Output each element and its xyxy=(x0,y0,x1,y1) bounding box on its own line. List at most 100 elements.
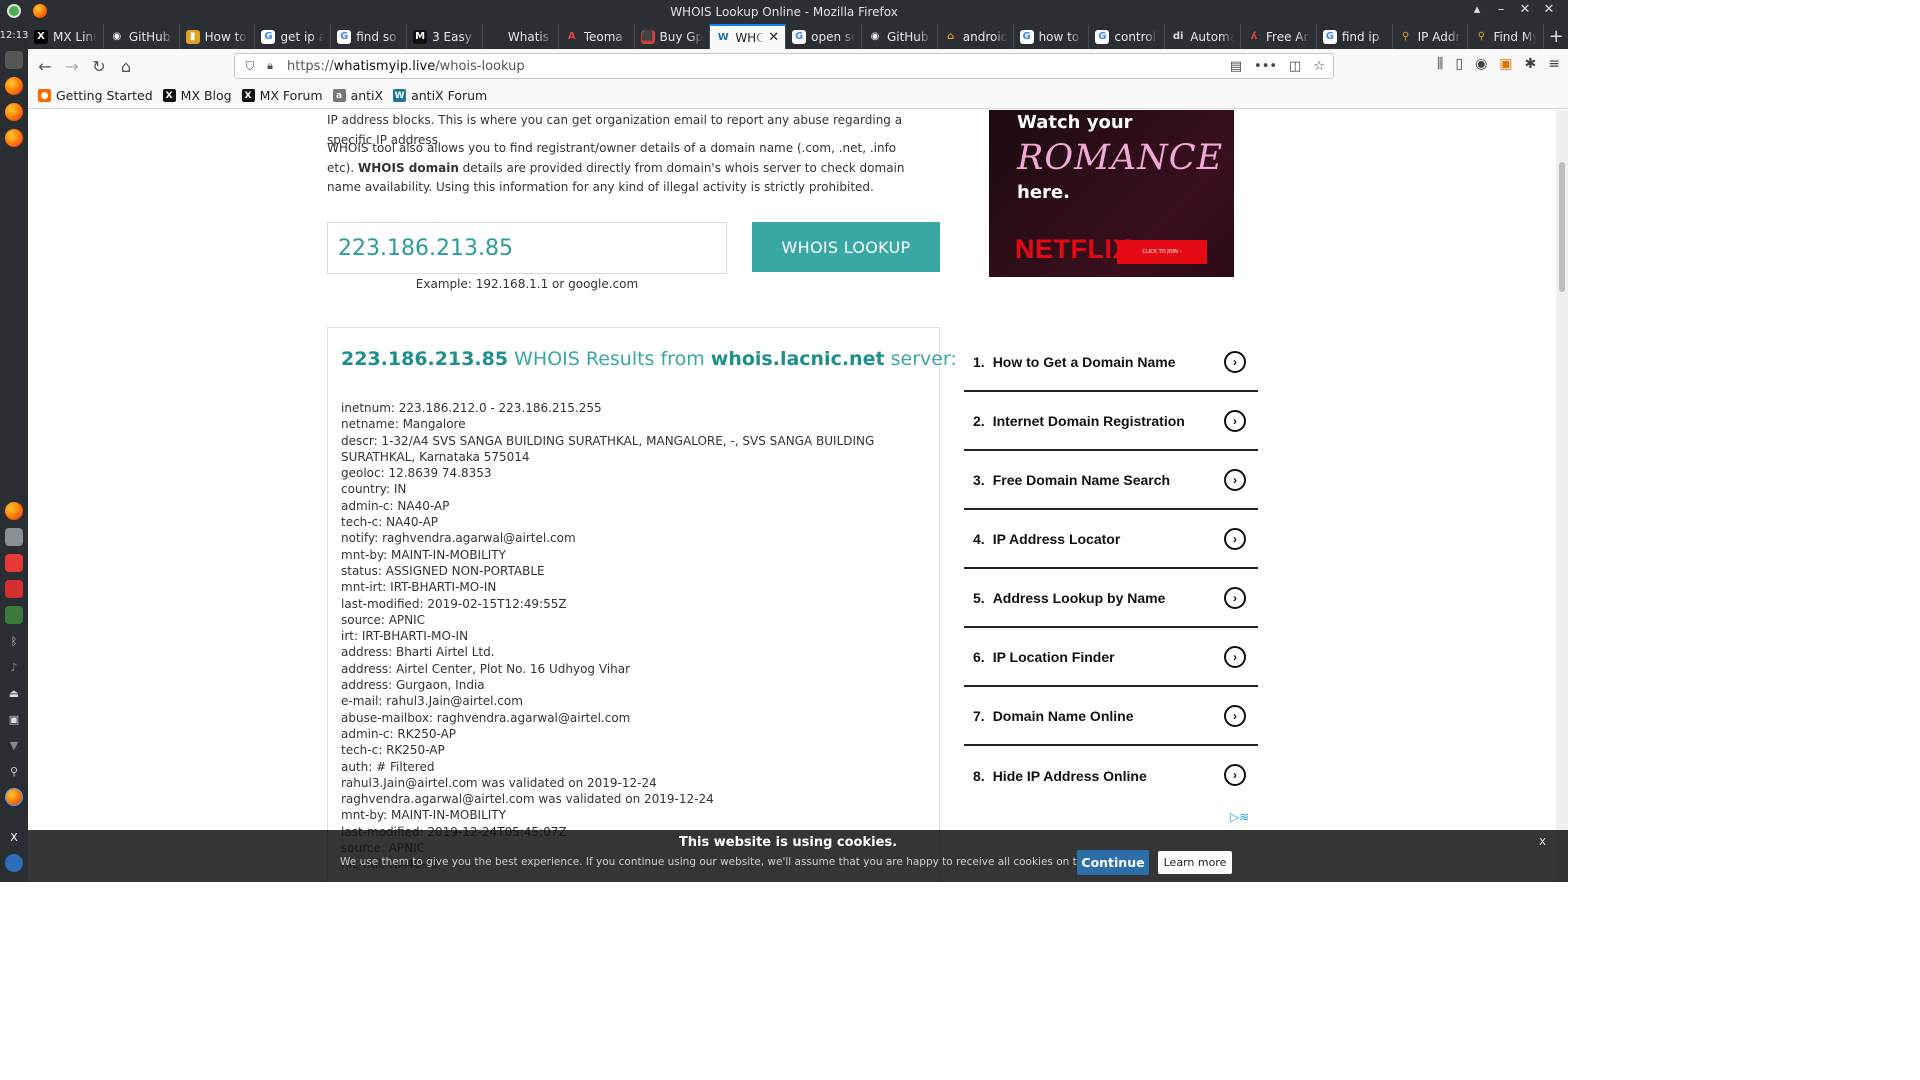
clipboard-icon[interactable]: ▣ xyxy=(5,710,23,728)
reader-view-icon[interactable]: ▤ xyxy=(1230,59,1242,74)
extensions-puzzle-icon[interactable]: ✱ xyxy=(1525,56,1537,72)
tab-14[interactable]: Gcontrol xyxy=(1089,24,1166,49)
tab-13[interactable]: Ghow to xyxy=(1014,24,1090,49)
firefox-launcher-icon[interactable] xyxy=(5,77,23,95)
forward-icon[interactable]: → xyxy=(59,53,85,79)
app-icon[interactable] xyxy=(5,580,23,598)
firefox-running-icon[interactable] xyxy=(5,788,23,806)
app-menu-icon[interactable] xyxy=(7,4,21,18)
anydesk-icon[interactable] xyxy=(5,554,23,572)
image-icon[interactable] xyxy=(5,606,23,624)
scrollbar-thumb[interactable] xyxy=(1559,162,1565,292)
files-icon[interactable] xyxy=(5,528,23,546)
related-link-item[interactable]: 4. IP Address Locator › xyxy=(964,510,1258,569)
firefox-tray-icon[interactable] xyxy=(5,502,23,520)
sidebar-icon[interactable]: ▯ xyxy=(1455,56,1463,72)
chevron-right-circle-icon[interactable]: › xyxy=(1224,469,1246,491)
firefox-icon: ● xyxy=(38,89,51,102)
firefox-launcher-icon[interactable] xyxy=(5,129,23,147)
menu-icon[interactable] xyxy=(5,854,23,872)
related-link-item[interactable]: 2. Internet Domain Registration › xyxy=(964,392,1258,451)
paperclip-icon[interactable]: ⚲ xyxy=(5,762,23,780)
tab-17[interactable]: Gfind ip xyxy=(1317,24,1393,49)
wifi-icon[interactable]: ▼ xyxy=(5,736,23,754)
related-link-item[interactable]: 6. IP Location Finder › xyxy=(964,628,1258,687)
window-shade-button[interactable]: ▴ xyxy=(1470,2,1484,17)
tab-close-icon[interactable]: ✕ xyxy=(768,30,779,45)
tab-label: Free An xyxy=(1266,29,1310,44)
bookmark-item[interactable]: a antiX xyxy=(332,88,383,103)
example-hint: Example: 192.168.1.1 or google.com xyxy=(415,277,639,291)
mx-logo-icon[interactable]: X xyxy=(5,828,23,846)
tab-11[interactable]: ◉ GitHub xyxy=(862,24,938,49)
home-icon[interactable]: ⌂ xyxy=(113,53,139,79)
extension-icon[interactable]: ▣ xyxy=(1499,56,1512,72)
back-icon[interactable]: ← xyxy=(32,53,58,79)
window-minimize-button[interactable]: – xyxy=(1494,2,1508,17)
chevron-right-circle-icon[interactable]: › xyxy=(1224,587,1246,609)
cookie-close-icon[interactable]: x xyxy=(1539,834,1546,848)
cookie-continue-button[interactable]: Continue xyxy=(1077,850,1149,875)
chevron-right-circle-icon[interactable]: › xyxy=(1224,705,1246,727)
tab-19[interactable]: ⚲ Find My xyxy=(1468,24,1545,49)
tab-8[interactable]: ⬛ Buy Gp xyxy=(635,24,711,49)
library-icon[interactable]: ⫼ xyxy=(1437,56,1443,72)
tab-3[interactable]: Gget ip a xyxy=(255,24,332,49)
volume-icon[interactable]: ♪ xyxy=(5,658,23,676)
tab-15[interactable]: di Automa xyxy=(1165,24,1241,49)
bookmark-item[interactable]: ● Getting Started xyxy=(38,88,153,103)
netflix-ad[interactable]: Watch your ROMANCE here. NETFLIX CLICK T… xyxy=(989,110,1234,277)
bluetooth-icon[interactable]: ᛒ xyxy=(5,632,23,650)
page-scrollbar[interactable] xyxy=(1556,110,1568,882)
bookmark-item[interactable]: X MX Forum xyxy=(241,88,323,103)
related-link-item[interactable]: 8. Hide IP Address Online › xyxy=(964,746,1258,805)
tab-label: GitHub xyxy=(128,29,171,44)
window-close-button[interactable]: ✕ xyxy=(1542,2,1556,17)
bookmark-item[interactable]: X MX Blog xyxy=(162,88,232,103)
bookmark-item[interactable]: WantiX Forum xyxy=(393,88,487,103)
desktop-icon[interactable] xyxy=(5,51,23,69)
tab-5[interactable]: M 3 Easy W xyxy=(407,24,483,49)
tab-0[interactable]: X MX Linux xyxy=(28,24,104,49)
related-link-item[interactable]: 5. Address Lookup by Name › xyxy=(964,569,1258,628)
url-text[interactable]: https://whatismyip.live/whois-lookup xyxy=(287,59,1230,74)
chevron-right-circle-icon[interactable]: › xyxy=(1224,646,1246,668)
chevron-right-circle-icon[interactable]: › xyxy=(1224,351,1246,373)
tab-10[interactable]: Gopen so xyxy=(786,24,862,49)
new-tab-button[interactable]: + xyxy=(1544,24,1568,49)
tab-12[interactable]: ⌂ android xyxy=(938,24,1014,49)
tab-9[interactable]: W WHO ✕ xyxy=(710,24,787,49)
chevron-right-circle-icon[interactable]: › xyxy=(1224,410,1246,432)
tracking-shield-icon[interactable]: ⛉ xyxy=(243,59,257,73)
page-actions-icon[interactable]: ••• xyxy=(1254,59,1277,74)
tab-2[interactable]: ▮ How to xyxy=(180,24,256,49)
adchoices-icon[interactable]: ▷≋ xyxy=(1230,810,1249,824)
lock-icon[interactable]: 🔒︎ xyxy=(263,59,277,73)
ad-cta-button[interactable]: CLICK TO JOIN › xyxy=(1117,240,1207,264)
bookmark-star-icon[interactable]: ☆ xyxy=(1313,59,1325,74)
firefox-launcher-icon[interactable] xyxy=(5,103,23,121)
related-link-item[interactable]: 1. How to Get a Domain Name › xyxy=(964,333,1258,392)
tab-1[interactable]: ◉ GitHub xyxy=(104,24,180,49)
reload-icon[interactable]: ↻ xyxy=(86,53,112,79)
cookie-learn-more-button[interactable]: Learn more xyxy=(1158,851,1232,874)
tab-16[interactable]: ʎ Free An xyxy=(1241,24,1317,49)
tab-18[interactable]: ⚲ IP Addr xyxy=(1393,24,1469,49)
window-maximize-button[interactable]: ✕ xyxy=(1518,2,1532,17)
tab-4[interactable]: Gfind so xyxy=(331,24,408,49)
pocket-icon[interactable]: ◫ xyxy=(1289,59,1301,74)
tab-7[interactable]: A Teoma xyxy=(559,24,635,49)
url-bar[interactable]: ⛉ 🔒︎ https://whatismyip.live/whois-looku… xyxy=(234,53,1334,79)
hamburger-menu-icon[interactable]: ≡ xyxy=(1548,56,1560,72)
account-icon[interactable]: ◉ xyxy=(1475,56,1487,72)
related-link-item[interactable]: 3. Free Domain Name Search › xyxy=(964,451,1258,510)
whois-line: mnt-irt: IRT-BHARTI-MO-IN xyxy=(341,580,497,595)
eject-icon[interactable]: ⏏ xyxy=(5,684,23,702)
whois-lookup-button[interactable]: WHOIS LOOKUP xyxy=(752,222,940,272)
tab-6[interactable]: Whatis xyxy=(483,24,559,49)
chevron-right-circle-icon[interactable]: › xyxy=(1224,528,1246,550)
whois-line: address: Gurgaon, India xyxy=(341,678,485,693)
chevron-right-circle-icon[interactable]: › xyxy=(1224,764,1246,786)
related-link-item[interactable]: 7. Domain Name Online › xyxy=(964,687,1258,746)
ip-search-input[interactable]: 223.186.213.85 xyxy=(327,222,727,274)
